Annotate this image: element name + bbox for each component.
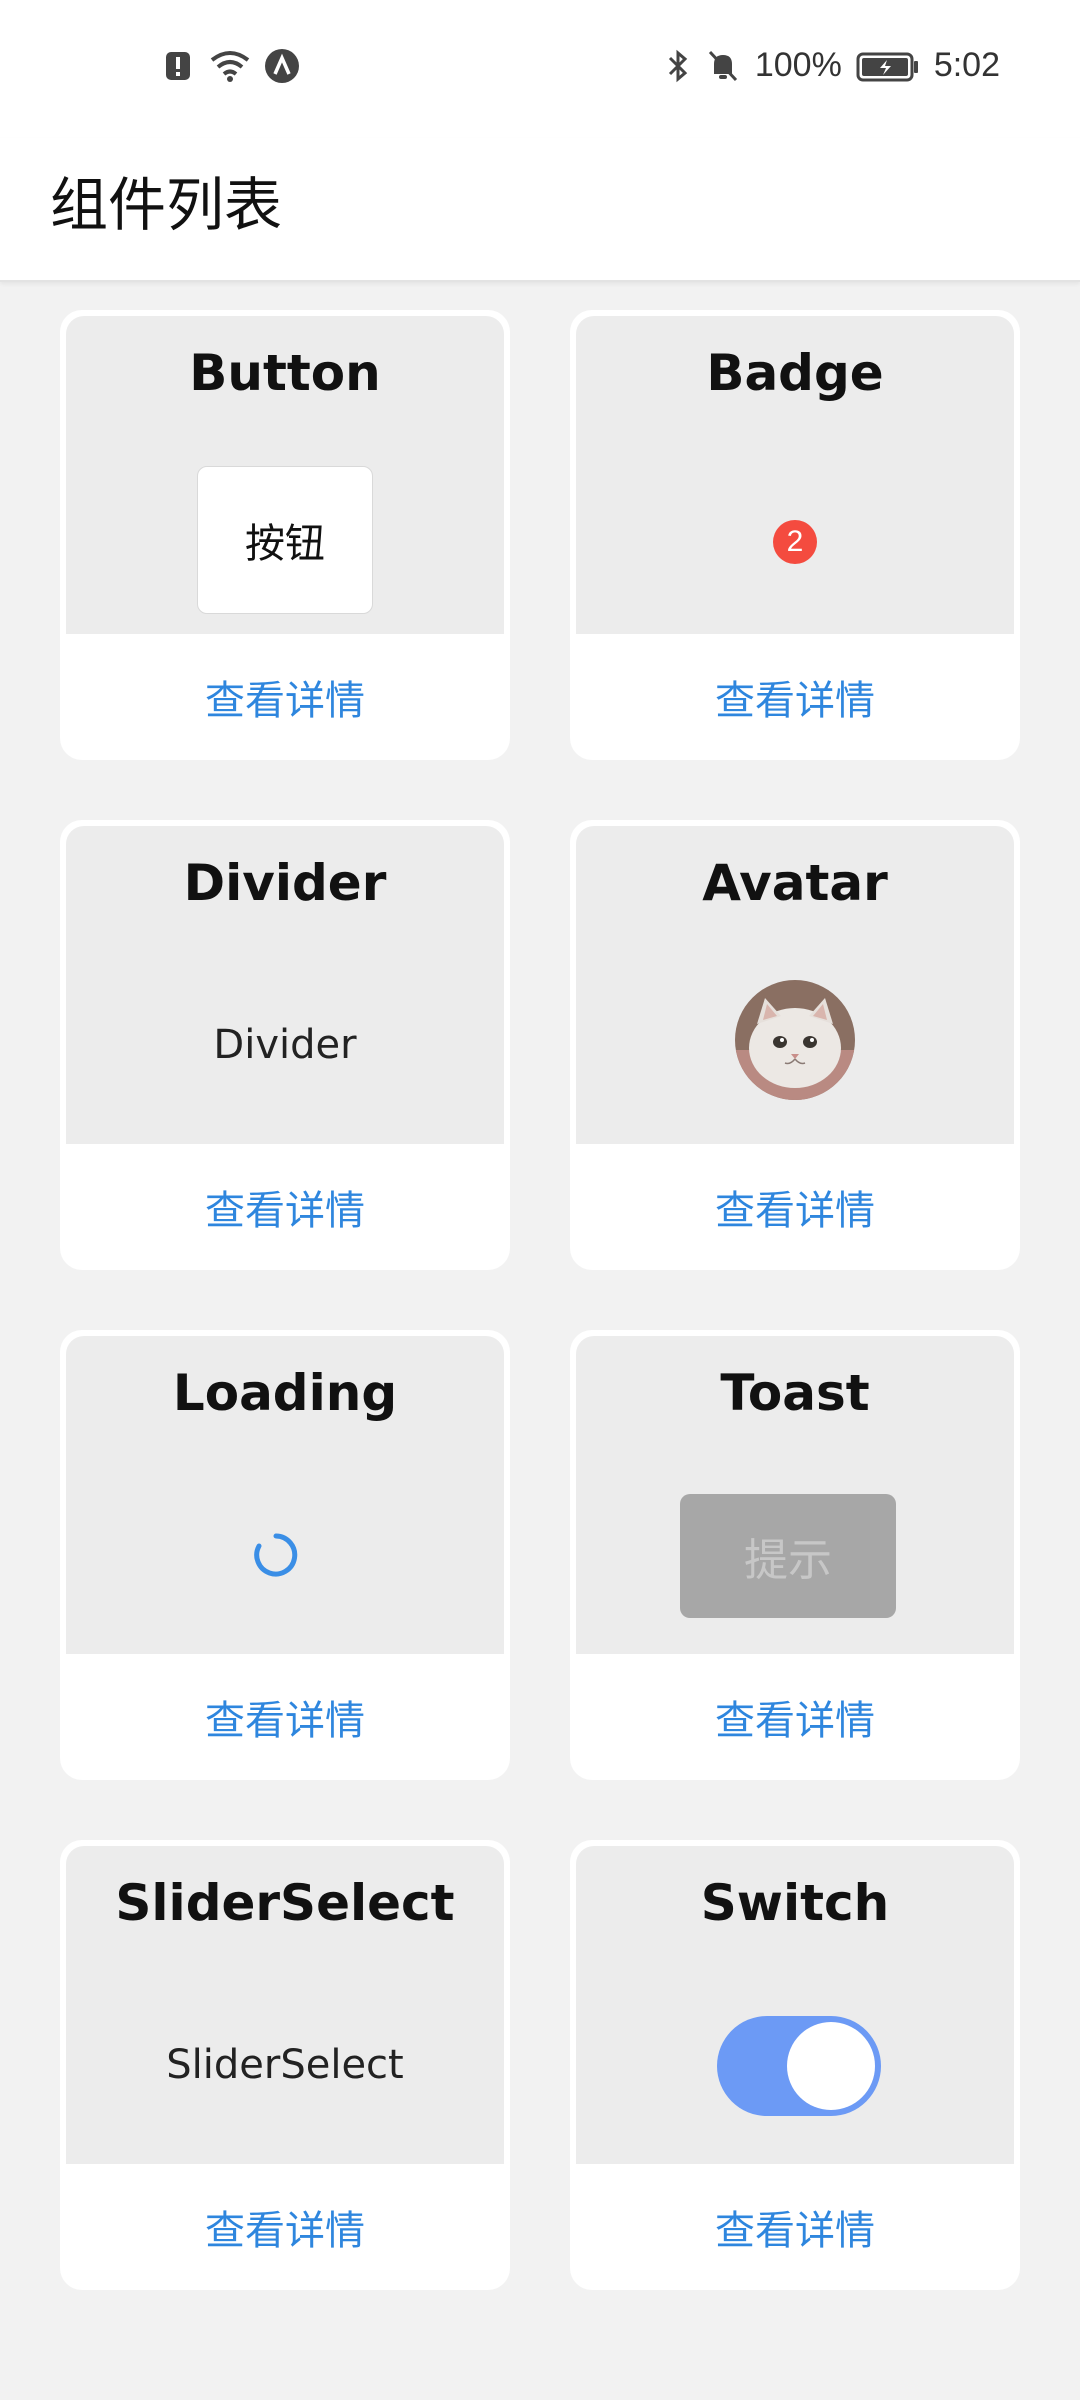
view-details-link[interactable]: 查看详情 — [570, 634, 1020, 760]
cat-avatar — [735, 980, 855, 1100]
card-title: Loading — [172, 1364, 398, 1422]
demo-button[interactable]: 按钮 — [197, 466, 373, 614]
view-details-link[interactable]: 查看详情 — [570, 1144, 1020, 1270]
view-details-link[interactable]: 查看详情 — [60, 1654, 510, 1780]
card-toast: Toast 提示 查看详情 — [570, 1330, 1020, 1780]
card-title: Divider — [183, 854, 387, 912]
card-title: Switch — [700, 1874, 890, 1932]
card-title: Button — [189, 344, 381, 402]
card-divider: Divider Divider 查看详情 — [60, 820, 510, 1270]
demo-badge: 2 — [773, 520, 817, 564]
demo-switch-toggle[interactable] — [717, 2016, 881, 2116]
card-title: Toast — [720, 1364, 870, 1422]
card-sliderselect: SliderSelect SliderSelect 查看详情 — [60, 1840, 510, 2290]
view-details-link[interactable]: 查看详情 — [60, 2164, 510, 2290]
card-button: Button 按钮 查看详情 — [60, 310, 510, 760]
view-details-link[interactable]: 查看详情 — [570, 2164, 1020, 2290]
switch-knob — [787, 2022, 875, 2110]
demo-sliderselect-text: SliderSelect — [166, 2042, 404, 2088]
card-title: Badge — [706, 344, 884, 402]
card-badge: Badge 2 查看详情 — [570, 310, 1020, 760]
card-avatar: Avatar 查看详情 — [570, 820, 1020, 1270]
card-switch: Switch 查看详情 — [570, 1840, 1020, 2290]
component-grid: Button 按钮 查看详情 Badge 2 查看详情 Divider Divi… — [0, 0, 1080, 2400]
card-title: Avatar — [702, 854, 888, 912]
view-details-link[interactable]: 查看详情 — [60, 634, 510, 760]
view-details-link[interactable]: 查看详情 — [570, 1654, 1020, 1780]
card-title: SliderSelect — [115, 1874, 455, 1932]
loading-spinner-icon — [253, 1532, 299, 1578]
card-loading: Loading 查看详情 — [60, 1330, 510, 1780]
demo-divider-text: Divider — [213, 1022, 357, 1068]
view-details-link[interactable]: 查看详情 — [60, 1144, 510, 1270]
toast-trigger-button[interactable]: 提示 — [680, 1494, 896, 1618]
